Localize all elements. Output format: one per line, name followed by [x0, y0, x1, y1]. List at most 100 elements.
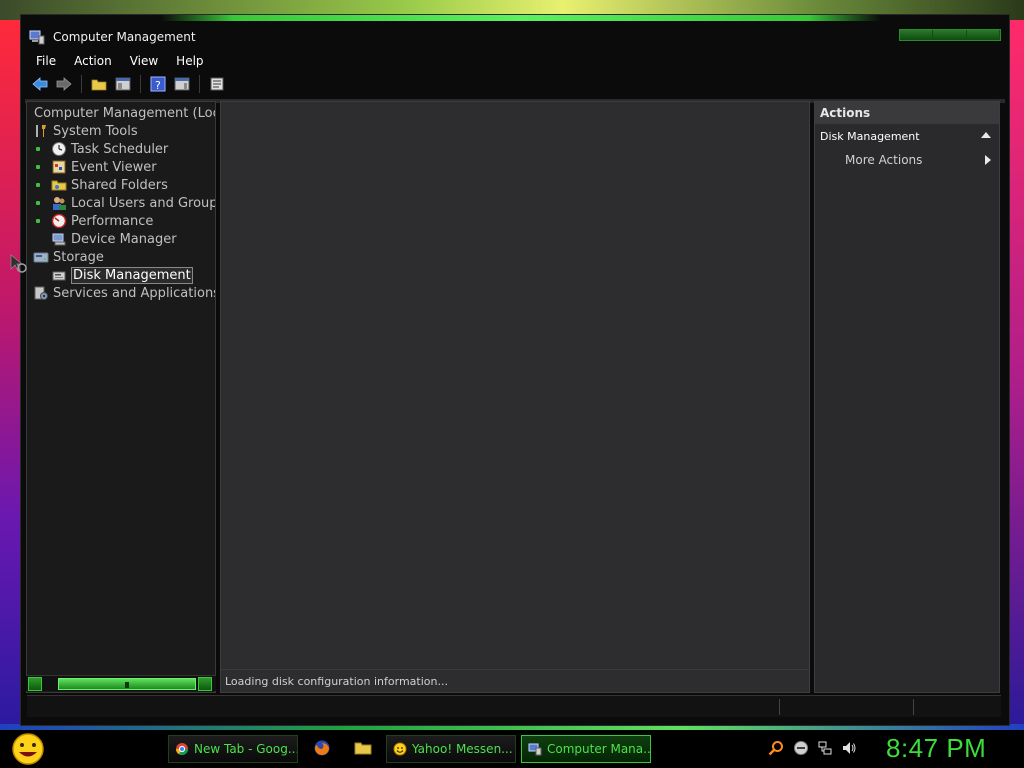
console-tree: Computer Management (Local) System Tools…: [26, 101, 216, 693]
scroll-grip: [125, 682, 129, 688]
tree-horizontal-scrollbar[interactable]: [26, 675, 216, 691]
window-title: Computer Management: [53, 30, 196, 44]
tree-label: Services and Applications: [53, 285, 216, 301]
search-icon[interactable]: [768, 740, 784, 756]
menu-bar: File Action View Help: [27, 51, 1001, 71]
tree-item-performance[interactable]: Performance: [51, 212, 153, 230]
tree-item-local-users[interactable]: Local Users and Groups: [51, 194, 216, 212]
menu-help[interactable]: Help: [167, 54, 212, 68]
taskbar-button-chrome[interactable]: New Tab - Goog...: [168, 735, 298, 763]
minimize-button[interactable]: [900, 30, 934, 40]
actions-header: Actions: [815, 102, 999, 124]
toolbar-separator: [140, 75, 141, 93]
properties-button[interactable]: [208, 75, 226, 93]
volume-icon[interactable]: [841, 740, 857, 756]
tree-label: System Tools: [53, 123, 138, 139]
more-actions-label: More Actions: [845, 153, 923, 167]
status-icon[interactable]: [793, 740, 809, 756]
taskbar-button-computer-management[interactable]: Computer Mana...: [521, 735, 651, 763]
toolbar-separator: [81, 75, 82, 93]
show-hide-action-pane-button[interactable]: [173, 75, 191, 93]
users-icon: [53, 197, 66, 210]
tree-label: Device Manager: [71, 231, 177, 247]
expand-bullet[interactable]: [36, 165, 40, 169]
expand-bullet[interactable]: [36, 201, 40, 205]
tree-label: Storage: [53, 249, 104, 265]
help-button[interactable]: ?: [149, 75, 167, 93]
maximize-button[interactable]: [933, 30, 967, 40]
start-button-smiley-icon[interactable]: [8, 732, 48, 766]
submenu-arrow-icon: [985, 155, 991, 165]
toolbar: ?: [27, 73, 1001, 95]
loading-status-text: Loading disk configuration information..…: [225, 675, 448, 688]
tree-label: Shared Folders: [71, 177, 168, 193]
window-controls[interactable]: [899, 29, 1001, 41]
tree-root[interactable]: Computer Management (Local): [34, 104, 215, 122]
status-divider: [221, 669, 809, 670]
menu-file[interactable]: File: [27, 54, 65, 68]
scroll-left-button[interactable]: [28, 677, 42, 691]
tree-label: Performance: [71, 213, 154, 229]
close-button[interactable]: [966, 30, 1000, 40]
chrome-icon: [176, 743, 188, 756]
forward-arrow-icon: [56, 77, 72, 91]
tree-label: Local Users and Groups: [71, 195, 216, 211]
folder-icon[interactable]: [354, 739, 372, 757]
services-icon: [34, 286, 48, 300]
disk-management-icon: [52, 271, 66, 281]
tree-item-device-manager[interactable]: Device Manager: [51, 230, 177, 248]
back-button[interactable]: [31, 75, 49, 93]
action-pane-icon: [174, 77, 190, 91]
up-folder-button[interactable]: [90, 75, 108, 93]
window-status-bar: [27, 695, 1001, 717]
forward-button[interactable]: [55, 75, 73, 93]
disk-management-content-pane: Loading disk configuration information..…: [220, 101, 810, 693]
taskbar-clock[interactable]: 8:47 PM: [886, 733, 986, 764]
actions-section-disk-management[interactable]: Disk Management: [815, 124, 999, 148]
tree-item-services-applications[interactable]: Services and Applications: [33, 284, 216, 302]
tree-label-selected: Disk Management: [71, 266, 193, 284]
taskbar-button-yahoo-messenger[interactable]: Yahoo! Messen...: [386, 735, 516, 763]
storage-icon: [33, 252, 49, 263]
tree-item-event-viewer[interactable]: Event Viewer: [51, 158, 157, 176]
window-glow-line: [161, 15, 881, 21]
console-tree-icon: [115, 77, 131, 91]
folder-icon: [91, 79, 107, 91]
desktop-background-left: [0, 20, 20, 730]
back-arrow-icon: [32, 77, 48, 91]
show-hide-tree-button[interactable]: [114, 75, 132, 93]
status-separator: [779, 699, 780, 715]
tree-item-storage[interactable]: Storage: [33, 248, 104, 266]
tree-item-disk-management[interactable]: Disk Management: [51, 266, 193, 284]
yahoo-messenger-icon: [393, 742, 407, 756]
firefox-icon[interactable]: [313, 739, 331, 757]
actions-pane: Actions Disk Management More Actions: [814, 101, 1000, 693]
scroll-thumb[interactable]: [58, 678, 196, 690]
expand-bullet[interactable]: [36, 219, 40, 223]
toolbar-separator: [199, 75, 200, 93]
computer-management-icon: [29, 30, 45, 45]
expand-bullet[interactable]: [36, 147, 40, 151]
taskbar-button-label: Computer Mana...: [547, 742, 651, 756]
help-icon: ?: [150, 76, 166, 92]
tree-item-shared-folders[interactable]: Shared Folders: [51, 176, 168, 194]
menu-view[interactable]: View: [121, 54, 167, 68]
performance-icon: [51, 213, 67, 229]
tree-label: Task Scheduler: [71, 141, 169, 157]
tree-label: Event Viewer: [71, 159, 157, 175]
title-bar[interactable]: Computer Management: [21, 23, 1009, 51]
tree-root-label: Computer Management (Local): [34, 105, 215, 121]
computer-management-window: Computer Management File Action View Hel…: [20, 14, 1010, 726]
actions-section-label: Disk Management: [820, 129, 920, 143]
tree-item-task-scheduler[interactable]: Task Scheduler: [51, 140, 168, 158]
more-actions-item[interactable]: More Actions: [815, 148, 999, 172]
shared-folder-icon: [51, 180, 67, 191]
properties-icon: [210, 77, 224, 91]
expand-bullet[interactable]: [36, 183, 40, 187]
tree-item-system-tools[interactable]: System Tools: [33, 122, 138, 140]
scroll-right-button[interactable]: [198, 677, 212, 691]
computer-management-icon: [528, 743, 542, 756]
network-icon[interactable]: [817, 740, 833, 756]
menu-action[interactable]: Action: [65, 54, 121, 68]
collapse-up-icon[interactable]: [981, 132, 991, 138]
